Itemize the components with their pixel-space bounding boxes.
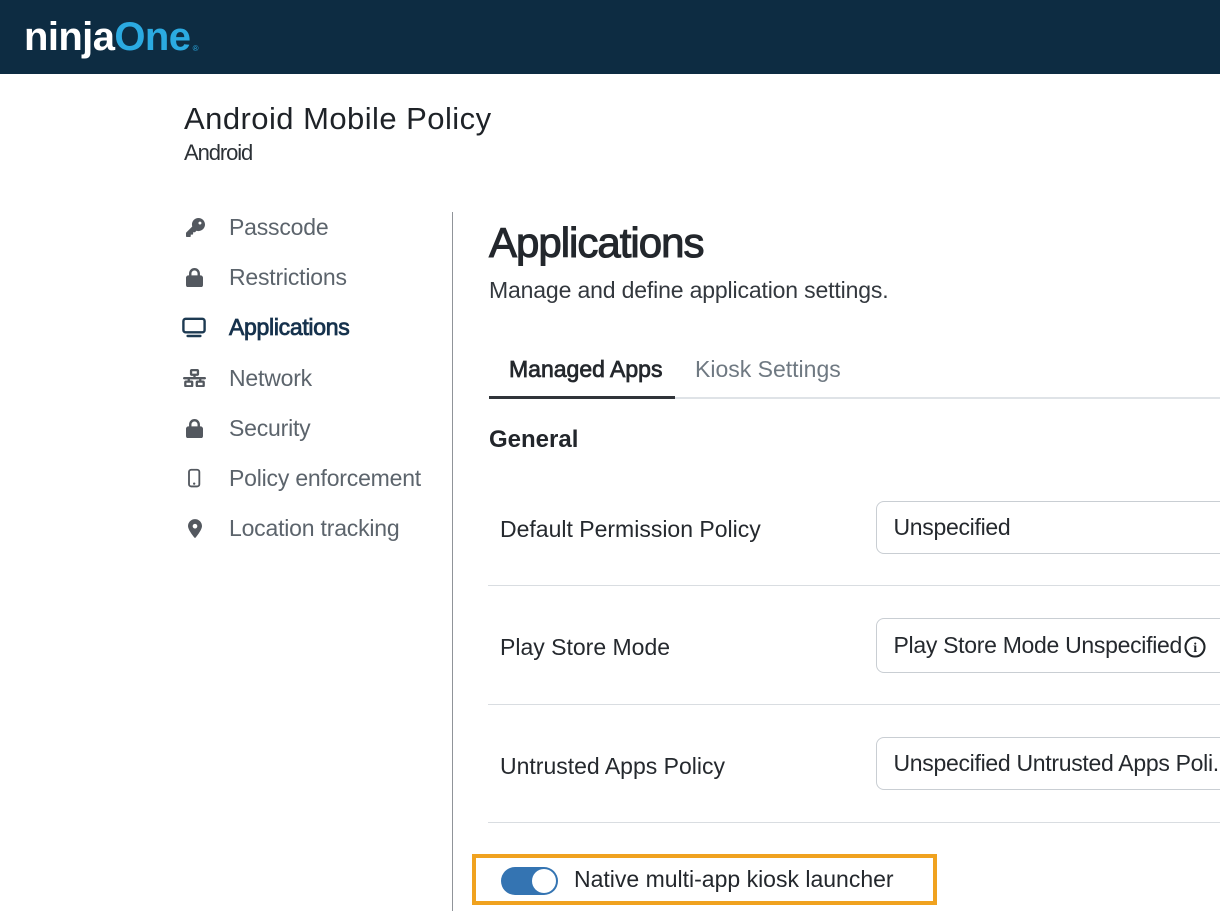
svg-text:i: i — [1193, 641, 1197, 656]
